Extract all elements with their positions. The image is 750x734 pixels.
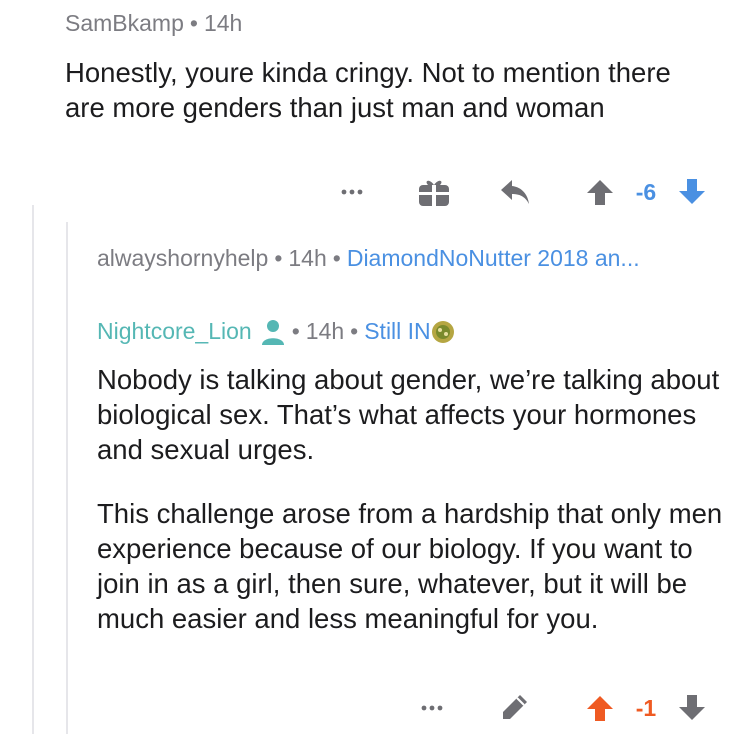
downvote-button[interactable]: [672, 172, 712, 212]
meta-separator: •: [291, 318, 300, 344]
more-button[interactable]: [332, 172, 372, 212]
collapsed-comment-flair: DiamondNoNutter 2018 an...: [346, 245, 640, 271]
more-icon: [421, 705, 443, 711]
more-icon: [341, 189, 363, 195]
meta-separator: •: [332, 245, 341, 271]
reply-meta: Nightcore_Lion • 14h • Still IN: [97, 318, 455, 345]
reply-button[interactable]: [495, 172, 535, 212]
edit-icon: [503, 695, 527, 719]
meta-separator: •: [350, 318, 359, 344]
reply-paragraph-1: Nobody is talking about gender, we’re ta…: [97, 364, 720, 465]
meta-separator: •: [189, 10, 198, 36]
reply-paragraph-2: This challenge arose from a hardship tha…: [97, 498, 723, 634]
downvote-icon: [679, 179, 705, 204]
downvote-icon: [679, 695, 705, 720]
comment-author[interactable]: SamBkamp: [65, 10, 184, 36]
collapsed-comment-author[interactable]: alwayshornyhelp: [97, 245, 268, 271]
thread-line-outer: [32, 205, 34, 734]
reply-icon: [501, 180, 529, 204]
reply-flair: Still IN: [364, 318, 431, 344]
upvote-button[interactable]: [580, 688, 620, 728]
vote-score: -6: [635, 178, 657, 205]
user-icon: [261, 319, 284, 345]
reply-author[interactable]: Nightcore_Lion: [97, 318, 252, 345]
edit-button[interactable]: [494, 688, 534, 728]
flair-badge-icon: [431, 320, 454, 343]
downvote-button[interactable]: [672, 688, 712, 728]
more-button[interactable]: [412, 688, 452, 728]
comment-time: 14h: [203, 10, 243, 36]
upvote-icon: [587, 696, 613, 721]
upvote-icon: [587, 180, 613, 205]
gift-button[interactable]: [414, 172, 454, 212]
upvote-button[interactable]: [580, 172, 620, 212]
collapsed-comment-meta[interactable]: alwayshornyhelp • 14h • DiamondNoNutter 2018…: [97, 245, 640, 272]
collapsed-comment-time: 14h: [288, 245, 327, 271]
meta-separator: •: [274, 245, 283, 271]
reply-time: 14h: [305, 318, 345, 344]
vote-score: -1: [635, 694, 657, 721]
gift-icon: [419, 180, 449, 206]
comment-body: Honestly, youre kinda cringy. Not to men…: [65, 57, 671, 123]
thread-line-inner: [66, 222, 68, 734]
comment-meta: SamBkamp • 14h: [65, 10, 242, 37]
